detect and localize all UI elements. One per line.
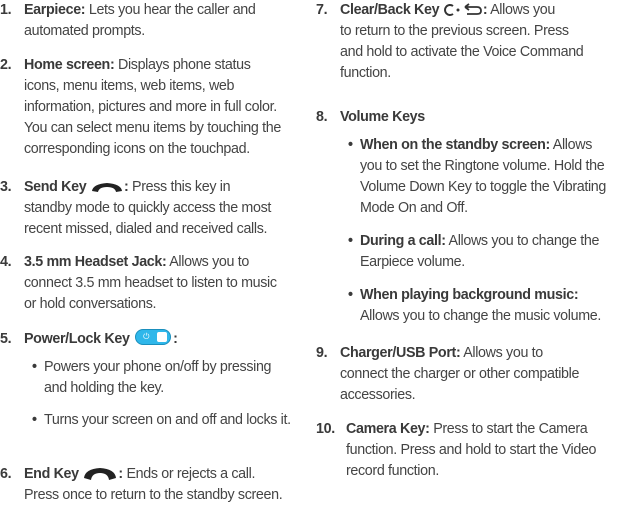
- item-title: Clear/Back Key: [340, 2, 440, 18]
- item-number: 4.: [0, 254, 12, 270]
- item-text: automated prompts.: [24, 23, 145, 39]
- bullet-title: During a call:: [360, 233, 446, 249]
- power-lock-icon: ⏻: [135, 329, 172, 345]
- item-text: Ends or rejects a call.: [126, 466, 256, 482]
- item-title: End Key: [24, 466, 79, 482]
- bullet-text: Mode On and Off.: [360, 200, 468, 216]
- item-text: connect 3.5 mm headset to listen to musi…: [24, 275, 277, 291]
- item-number: 10.: [316, 421, 335, 437]
- bullet-text: Powers your phone on/off by pressing: [44, 359, 272, 375]
- manual-page: 1. Earpiece: Lets you hear the caller an…: [0, 0, 634, 509]
- item-text: Allows you: [490, 2, 555, 18]
- item-number: 6.: [0, 466, 12, 482]
- item-title: Earpiece:: [24, 2, 86, 18]
- bullet-text: and holding the key.: [44, 380, 164, 396]
- item-number: 5.: [0, 331, 12, 347]
- item-title: Home screen:: [24, 57, 115, 73]
- bullet-title: When on the standby screen:: [360, 137, 550, 153]
- item-charger-usb-port: 9. Charger/USB Port: Allows you to conne…: [316, 343, 634, 406]
- item-text: Allows you to: [463, 345, 543, 361]
- item-number: 9.: [316, 345, 328, 361]
- bullet-during-call: • During a call: Allows you to change th…: [348, 233, 600, 270]
- item-text: information, pictures and more in full c…: [24, 99, 277, 115]
- item-title: Charger/USB Port:: [340, 345, 461, 361]
- item-text: You can select menu items by touching th…: [24, 120, 281, 136]
- item-title: 3.5 mm Headset Jack:: [24, 254, 167, 270]
- item-text: to return to the previous screen. Press: [340, 23, 569, 39]
- item-text: icons, menu items, web items, web: [24, 78, 235, 94]
- bullet-text: Earpiece volume.: [360, 254, 465, 270]
- item-title: Power/Lock Key: [24, 331, 130, 347]
- bullet-text: you to set the Ringtone volume. Hold the: [360, 158, 605, 174]
- item-text: recent missed, dialed and received calls…: [24, 221, 268, 237]
- item-number: 1.: [0, 2, 12, 18]
- item-number: 8.: [316, 109, 328, 125]
- bullet-text: Volume Down Key to toggle the Vibrating: [360, 179, 606, 195]
- phone-handset-icon: [91, 183, 122, 193]
- bullet-title: When playing background music:: [360, 287, 579, 303]
- item-number: 3.: [0, 179, 12, 195]
- bullet-text: Allows: [552, 137, 593, 153]
- item-text: function.: [340, 65, 391, 81]
- bullet-screen-lock: • Turns your screen on and off and locks…: [32, 412, 291, 428]
- item-text: accessories.: [340, 387, 416, 403]
- item-text: Press to start the Camera: [433, 421, 588, 437]
- item-camera-key: 10. Camera Key: Press to start the Camer…: [316, 419, 634, 482]
- item-volume-keys: 8. Volume Keys: [316, 107, 634, 128]
- bullet-text: Allows you to change the: [448, 233, 600, 249]
- item-end-key: 6. End Key : Ends or rejects a call. Pre…: [0, 466, 283, 503]
- bullet-power-onoff: • Powers your phone on/off by pressing a…: [32, 359, 272, 396]
- item-title: Camera Key:: [346, 421, 430, 437]
- clear-back-icon: [443, 3, 482, 17]
- item-text: Press once to return to the standby scre…: [24, 487, 283, 503]
- item-text: standby mode to quickly access the most: [24, 200, 271, 216]
- item-number: 2.: [0, 57, 12, 73]
- item-number: 7.: [316, 2, 328, 18]
- item-home-screen: 2. Home screen: Displays phone status ic…: [0, 55, 324, 160]
- item-text: corresponding icons on the touchpad.: [24, 141, 250, 157]
- item-send-key: 3. Send Key : Press this key in standby …: [0, 179, 271, 237]
- item-text: Lets you hear the caller and: [88, 2, 256, 18]
- bullet-text: Allows you to change the music volume.: [360, 308, 601, 324]
- end-call-handset-icon: [84, 468, 117, 481]
- item-power-lock-key: 5. Power/Lock Key ⏻ :: [0, 329, 324, 350]
- item-text: Allows you to: [169, 254, 249, 270]
- item-headset-jack: 4. 3.5 mm Headset Jack: Allows you to co…: [0, 252, 324, 315]
- item-clear-back-key: 7. Clear/Back Key : Allows you to return…: [316, 2, 584, 81]
- bullet-standby-screen: • When on the standby screen: Allows you…: [348, 137, 606, 216]
- bullet-background-music: • When playing background music: Allows …: [348, 287, 601, 324]
- item-text: or hold conversations.: [24, 296, 157, 312]
- item-text: function. Press and hold to start the Vi…: [346, 442, 597, 458]
- item-text: Displays phone status: [117, 57, 251, 73]
- item-text: and hold to activate the Voice Command: [340, 44, 584, 60]
- item-earpiece: 1. Earpiece: Lets you hear the caller an…: [0, 0, 324, 42]
- item-text: record function.: [346, 463, 439, 479]
- item-title: Send Key: [24, 179, 87, 195]
- bullet-text: Turns your screen on and off and locks i…: [44, 412, 291, 428]
- item-title: Volume Keys: [340, 109, 425, 125]
- item-text: connect the charger or other compatible: [340, 366, 580, 382]
- item-text: Press this key in: [132, 179, 231, 195]
